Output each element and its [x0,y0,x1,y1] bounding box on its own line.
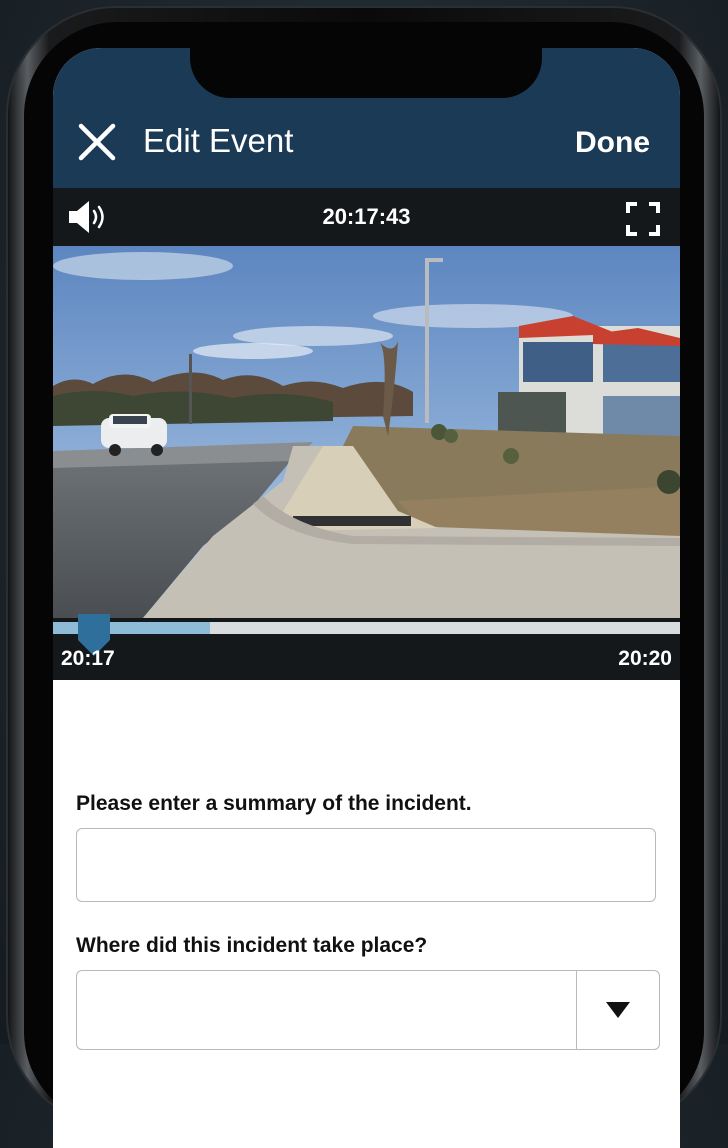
select-divider [575,971,577,1049]
scrub-start-time: 20:17 [61,647,115,670]
incident-form: Please enter a summary of the incident. … [53,680,680,1148]
caret-down-icon[interactable] [605,1001,631,1019]
scrub-end-time: 20:20 [618,647,672,670]
fullscreen-icon[interactable] [626,202,660,236]
video-timestamp: 20:17:43 [322,204,411,229]
location-question-label: Where did this incident take place? [76,934,428,957]
video-scrubber: 20:17 20:20 [53,614,680,680]
app-screen: Edit Event Done 20:17:43 20:17 20:20 Ple… [53,48,680,1148]
summary-question-label: Please enter a summary of the incident. [76,792,472,815]
page-title: Edit Event [143,122,294,159]
phone-notch [190,40,542,98]
video-toolbar: 20:17:43 [53,188,680,246]
scrub-track[interactable] [53,622,680,634]
done-button[interactable]: Done [575,123,650,163]
summary-input[interactable] [76,828,656,902]
video-frame[interactable] [53,246,680,618]
close-icon[interactable] [77,122,117,162]
location-select[interactable] [76,970,660,1050]
